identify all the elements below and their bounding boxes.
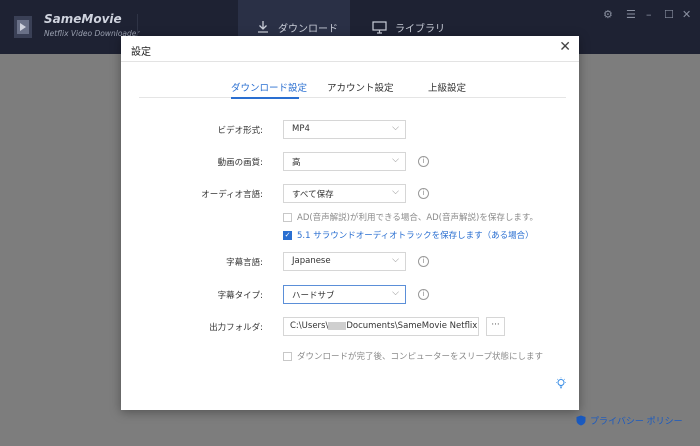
info-icon[interactable]: i bbox=[418, 289, 429, 300]
tab-account-settings[interactable]: アカウント設定 bbox=[327, 80, 394, 94]
browse-folder-button[interactable]: ··· bbox=[486, 317, 505, 336]
dialog-close-icon[interactable]: ✕ bbox=[559, 39, 571, 55]
output-folder-label: 出力フォルダ: bbox=[209, 323, 263, 333]
library-icon bbox=[372, 20, 387, 34]
output-folder-prefix: C:\Users\ bbox=[290, 321, 329, 331]
subtitle-type-value: ハードサブ bbox=[292, 291, 335, 301]
redacted-username bbox=[328, 321, 347, 330]
audio-language-label: オーディオ言語: bbox=[201, 190, 263, 200]
subtitle-language-value: Japanese bbox=[292, 256, 331, 266]
ad-audio-label: AD(音声解説)が利用できる場合、AD(音声解説)を保存します。 bbox=[297, 213, 538, 223]
shield-icon bbox=[576, 415, 586, 426]
surround-audio-label: 5.1 サラウンドオーディオトラックを保存します（ある場合） bbox=[297, 231, 534, 241]
app-name: SameMovie bbox=[44, 12, 122, 26]
chevron-down-icon: ⌵ bbox=[392, 123, 399, 133]
window-close-icon[interactable]: ✕ bbox=[682, 8, 691, 21]
tab-advanced-settings[interactable]: 上級設定 bbox=[428, 80, 466, 94]
ad-audio-checkbox[interactable]: AD(音声解説)が利用できる場合、AD(音声解説)を保存します。 bbox=[283, 211, 538, 223]
video-format-select[interactable]: MP4 ⌵ bbox=[283, 120, 406, 139]
chevron-down-icon: ⌵ bbox=[392, 288, 399, 298]
audio-language-value: すべて保存 bbox=[292, 190, 334, 200]
chevron-down-icon: ⌵ bbox=[392, 155, 399, 165]
subtitle-language-select[interactable]: Japanese ⌵ bbox=[283, 252, 406, 271]
chevron-down-icon: ⌵ bbox=[392, 255, 399, 265]
settings-gear-icon[interactable]: ⚙ bbox=[603, 8, 613, 21]
info-icon[interactable]: i bbox=[418, 156, 429, 167]
checkbox-unchecked-icon bbox=[283, 212, 292, 222]
video-quality-label: 動画の画質: bbox=[217, 158, 263, 168]
sleep-after-download-label: ダウンロードが完了後、コンピューターをスリープ状態にします bbox=[297, 352, 543, 362]
audio-language-select[interactable]: すべて保存 ⌵ bbox=[283, 184, 406, 203]
dialog-header-divider bbox=[121, 61, 579, 62]
sleep-after-download-checkbox[interactable]: ダウンロードが完了後、コンピューターをスリープ状態にします bbox=[283, 350, 543, 362]
surround-audio-checkbox[interactable]: ✓ 5.1 サラウンドオーディオトラックを保存します（ある場合） bbox=[283, 229, 534, 241]
active-tab-indicator bbox=[231, 97, 299, 99]
nav-download-label: ダウンロード bbox=[278, 23, 338, 35]
minimize-icon[interactable]: – bbox=[646, 8, 652, 21]
checkbox-unchecked-icon bbox=[283, 351, 292, 361]
info-icon[interactable]: i bbox=[418, 256, 429, 267]
checkbox-checked-icon: ✓ bbox=[283, 230, 292, 240]
maximize-icon[interactable]: ☐ bbox=[664, 8, 674, 21]
download-icon bbox=[258, 21, 268, 33]
subtitle-type-select[interactable]: ハードサブ ⌵ bbox=[283, 285, 406, 304]
privacy-policy-link[interactable]: プライバシー ポリシー bbox=[576, 414, 683, 427]
video-quality-value: 高 bbox=[292, 158, 301, 168]
app-logo-icon bbox=[14, 16, 32, 38]
video-quality-select[interactable]: 高 ⌵ bbox=[283, 152, 406, 171]
video-format-value: MP4 bbox=[292, 124, 310, 134]
output-folder-field[interactable]: C:\Users\ Documents\SameMovie Netflix bbox=[283, 317, 479, 336]
menu-icon[interactable]: ☰ bbox=[626, 8, 636, 21]
settings-tabs: ダウンロード設定 アカウント設定 上級設定 bbox=[139, 76, 566, 98]
chevron-down-icon: ⌵ bbox=[392, 187, 399, 197]
output-folder-suffix: Documents\SameMovie Netflix bbox=[346, 321, 478, 331]
video-format-label: ビデオ形式: bbox=[217, 126, 263, 136]
privacy-policy-label: プライバシー ポリシー bbox=[590, 417, 683, 427]
settings-dialog: 設定 ✕ ダウンロード設定 アカウント設定 上級設定 ビデオ形式: MP4 ⌵ … bbox=[121, 36, 579, 410]
lightbulb-icon[interactable] bbox=[555, 377, 567, 390]
subtitle-type-label: 字幕タイプ: bbox=[217, 291, 263, 301]
nav-library-label: ライブラリ bbox=[395, 23, 445, 35]
subtitle-language-label: 字幕言語: bbox=[226, 258, 263, 268]
dialog-title: 設定 bbox=[131, 47, 151, 58]
tab-download-settings[interactable]: ダウンロード設定 bbox=[231, 80, 307, 94]
info-icon[interactable]: i bbox=[418, 188, 429, 199]
